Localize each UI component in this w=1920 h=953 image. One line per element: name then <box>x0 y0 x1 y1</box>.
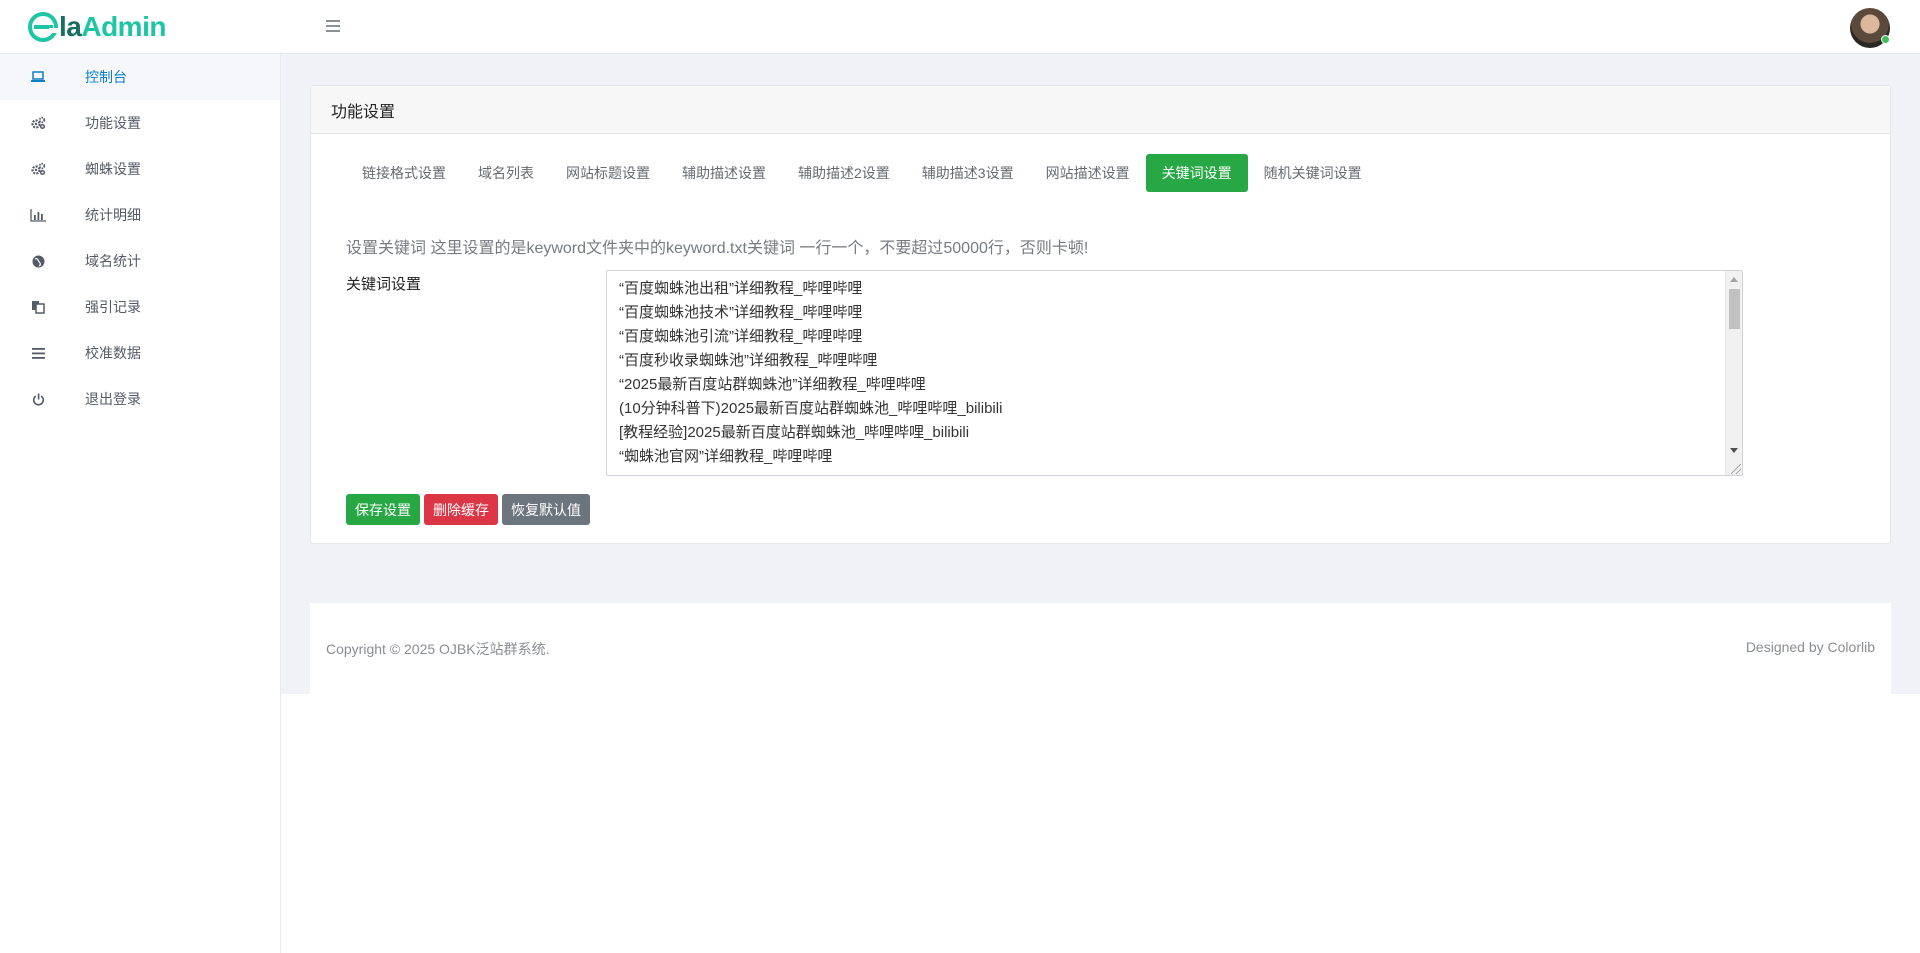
brand-logo[interactable]: la Admin <box>28 8 166 46</box>
laptop-icon <box>30 70 46 84</box>
sidebar-item-label: 统计明细 <box>85 207 141 223</box>
logo-text-admin: Admin <box>81 11 166 42</box>
tab-site-title[interactable]: 网站标题设置 <box>550 154 666 192</box>
sidebar-item-function-settings[interactable]: 功能设置 <box>0 100 280 146</box>
copyright-text: Copyright © 2025 OJBK泛站群系统. <box>326 641 550 657</box>
sidebar-item-label: 退出登录 <box>85 391 141 407</box>
logo-e-mark <box>28 12 58 42</box>
sidebar-item-label: 功能设置 <box>85 115 141 131</box>
tab-domain-list[interactable]: 域名列表 <box>462 154 550 192</box>
sidebar-item-calibrate-data[interactable]: 校准数据 <box>0 330 280 376</box>
action-buttons: 保存设置 删除缓存 恢复默认值 <box>346 494 590 525</box>
tab-random-keywords[interactable]: 随机关键词设置 <box>1248 154 1378 192</box>
keyword-hint-text: 设置关键词 这里设置的是keyword文件夹中的keyword.txt关键词 一… <box>346 240 1089 257</box>
sidebar-item-logout[interactable]: 退出登录 <box>0 376 280 422</box>
sidebar: 控制台 功能设置 蜘蛛设置 统计明细 域名统计 强引记录 校准数据 退出登录 <box>0 54 281 953</box>
sidebar-item-label: 控制台 <box>85 69 127 85</box>
resize-handle-icon[interactable] <box>1731 464 1741 474</box>
sidebar-item-label: 校准数据 <box>85 345 141 361</box>
keyword-line: “百度秒收录蜘蛛池”详细教程_哔哩哔哩 <box>619 352 878 369</box>
logo-text-la: la <box>59 11 82 42</box>
keyword-line: “百度蜘蛛池出租”详细教程_哔哩哔哩 <box>619 280 863 297</box>
keyword-line: (10分钟科普下)2025最新百度站群蜘蛛池_哔哩哔哩_bilibili <box>619 400 1003 417</box>
sidebar-item-stats-detail[interactable]: 统计明细 <box>0 192 280 238</box>
scrollbar-thumb[interactable] <box>1729 289 1740 329</box>
sidebar-item-spider-settings[interactable]: 蜘蛛设置 <box>0 146 280 192</box>
restore-defaults-button[interactable]: 恢复默认值 <box>502 494 590 525</box>
keyword-line: “百度蜘蛛池技术”详细教程_哔哩哔哩 <box>619 304 863 321</box>
gears-icon <box>30 162 46 176</box>
scroll-down-arrow-icon[interactable] <box>1730 448 1738 453</box>
footer: Copyright © 2025 OJBK泛站群系统. Designed by … <box>310 603 1891 694</box>
keyword-textarea[interactable]: “百度蜘蛛池出租”详细教程_哔哩哔哩 “百度蜘蛛池技术”详细教程_哔哩哔哩 “百… <box>606 270 1743 476</box>
tab-link-format[interactable]: 链接格式设置 <box>346 154 462 192</box>
keyword-list: “百度蜘蛛池出租”详细教程_哔哩哔哩 “百度蜘蛛池技术”详细教程_哔哩哔哩 “百… <box>607 271 1742 469</box>
delete-cache-button[interactable]: 删除缓存 <box>424 494 498 525</box>
save-settings-button[interactable]: 保存设置 <box>346 494 420 525</box>
menu-toggle-icon[interactable] <box>326 20 340 33</box>
tab-keywords[interactable]: 关键词设置 <box>1145 154 1248 192</box>
tab-site-desc[interactable]: 网站描述设置 <box>1030 154 1146 192</box>
keyword-field-label: 关键词设置 <box>346 276 422 293</box>
sidebar-item-domain-stats[interactable]: 域名统计 <box>0 238 280 284</box>
bar-chart-icon <box>30 208 46 222</box>
keyword-line: “百度蜘蛛池引流”详细教程_哔哩哔哩 <box>619 328 863 345</box>
settings-card: 功能设置 链接格式设置 域名列表 网站标题设置 辅助描述设置 辅助描述2设置 辅… <box>310 85 1891 544</box>
tab-aux-desc-2[interactable]: 辅助描述2设置 <box>782 154 906 192</box>
keyword-line: “蜘蛛池官网”详细教程_哔哩哔哩 <box>619 448 833 465</box>
card-title: 功能设置 <box>311 86 1890 134</box>
sidebar-item-redirect-log[interactable]: 强引记录 <box>0 284 280 330</box>
keyword-line: “2025最新百度站群蜘蛛池”详细教程_哔哩哔哩 <box>619 376 926 393</box>
gears-icon <box>30 116 46 130</box>
sidebar-item-console[interactable]: 控制台 <box>0 54 280 100</box>
list-icon <box>30 346 46 360</box>
textarea-scrollbar[interactable] <box>1725 271 1742 475</box>
globe-icon <box>30 254 46 268</box>
tab-aux-desc-3[interactable]: 辅助描述3设置 <box>906 154 1030 192</box>
sidebar-item-label: 域名统计 <box>85 253 141 269</box>
designer-credit: Designed by Colorlib <box>1745 639 1875 655</box>
tab-aux-desc[interactable]: 辅助描述设置 <box>666 154 782 192</box>
sidebar-item-label: 强引记录 <box>85 299 141 315</box>
settings-tabs: 链接格式设置 域名列表 网站标题设置 辅助描述设置 辅助描述2设置 辅助描述3设… <box>346 154 1378 192</box>
main-content: 功能设置 链接格式设置 域名列表 网站标题设置 辅助描述设置 辅助描述2设置 辅… <box>281 54 1920 694</box>
copy-icon <box>30 300 46 314</box>
top-header: la Admin <box>0 0 1920 54</box>
power-icon <box>30 392 46 406</box>
scroll-up-arrow-icon[interactable] <box>1730 277 1738 282</box>
online-status-dot <box>1881 35 1890 44</box>
sidebar-item-label: 蜘蛛设置 <box>85 161 141 177</box>
keyword-line: [教程经验]2025最新百度站群蜘蛛池_哔哩哔哩_bilibili <box>619 424 970 441</box>
